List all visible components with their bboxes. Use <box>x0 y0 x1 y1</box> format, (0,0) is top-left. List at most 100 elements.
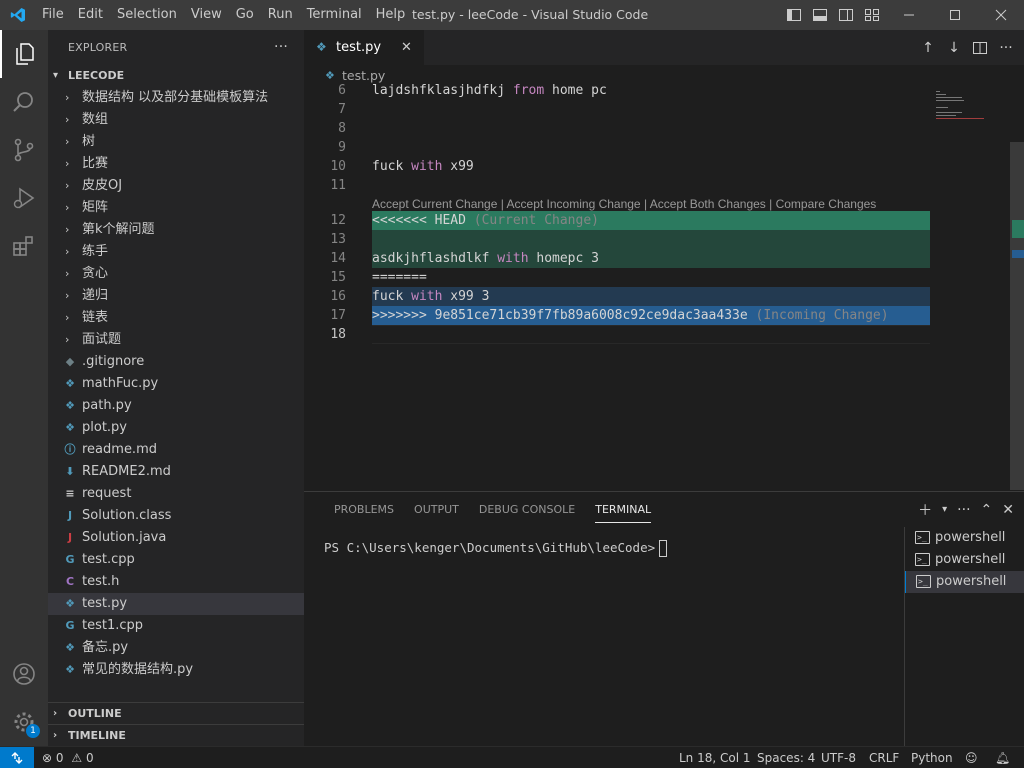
panel-tab-output[interactable]: OUTPUT <box>404 492 469 527</box>
line-text: asdkjhflashdlkf with homepc 3 <box>372 249 599 268</box>
file-item[interactable]: ⬇ README2.md <box>48 461 304 483</box>
maximize-icon[interactable] <box>932 0 978 30</box>
minimap[interactable] <box>930 87 1010 490</box>
terminal-instance[interactable]: >_ powershell <box>905 571 1024 593</box>
toggle-primary-sidebar-icon[interactable] <box>786 7 802 23</box>
file-label: mathFuc.py <box>82 376 159 391</box>
more-actions-icon[interactable]: ··· <box>998 40 1014 56</box>
split-editor-icon[interactable] <box>972 40 988 56</box>
minimize-icon[interactable] <box>886 0 932 30</box>
file-item[interactable]: Ctest.h <box>48 571 304 593</box>
code-token: fuck <box>372 289 412 304</box>
manage-gear-icon[interactable]: 1 <box>0 698 48 746</box>
file-item[interactable]: ❖ 备忘.py <box>48 637 304 659</box>
sidebar-bottom-sections: › OUTLINE › TIMELINE <box>48 702 304 746</box>
chevron-right-icon: › <box>65 179 70 192</box>
run-debug-activity-icon[interactable] <box>0 174 48 222</box>
folder-item[interactable]: › 皮皮OJ <box>48 175 304 197</box>
file-item[interactable]: J Solution.java <box>48 527 304 549</box>
chevron-down-icon[interactable]: ▾ <box>942 502 947 518</box>
folder-item[interactable]: › 递归 <box>48 285 304 307</box>
previous-change-icon[interactable]: ↑ <box>920 40 936 56</box>
file-item[interactable]: J Solution.class <box>48 505 304 527</box>
menu-run[interactable]: Run <box>261 0 300 30</box>
outline-section-header[interactable]: › OUTLINE <box>48 702 304 724</box>
panel-tab-problems[interactable]: PROBLEMS <box>324 492 404 527</box>
folder-item[interactable]: › 树 <box>48 131 304 153</box>
close-tab-icon[interactable]: ✕ <box>401 30 412 65</box>
conflict-label: (Incoming Change) <box>755 308 889 323</box>
folder-item[interactable]: › 第k个解问题 <box>48 219 304 241</box>
terminal-output[interactable]: PS C:\Users\kenger\Documents\GitHub\leeC… <box>324 540 668 557</box>
panel-tab-debug-console[interactable]: DEBUG CONSOLE <box>469 492 585 527</box>
language-mode[interactable]: Python <box>911 747 953 768</box>
more-actions-icon[interactable]: ··· <box>957 502 970 518</box>
panel-tab-terminal[interactable]: TERMINAL <box>585 492 661 527</box>
feedback-icon[interactable]: ☺ <box>965 747 978 768</box>
timeline-section-header[interactable]: › TIMELINE <box>48 724 304 746</box>
folder-item[interactable]: › 链表 <box>48 307 304 329</box>
file-item[interactable]: ≡ request <box>48 483 304 505</box>
warning-icon: ⚠ <box>71 751 83 765</box>
cursor-position[interactable]: Ln 18, Col 1 <box>679 747 751 768</box>
remote-indicator-icon[interactable] <box>0 747 34 768</box>
accounts-activity-icon[interactable] <box>0 650 48 698</box>
explorer-activity-icon[interactable] <box>0 30 48 78</box>
python-icon: ❖ <box>65 597 75 610</box>
workspace-root-header[interactable]: ▾ LEECODE <box>48 65 304 87</box>
menu-edit[interactable]: Edit <box>71 0 110 30</box>
chevron-right-icon: › <box>65 333 70 346</box>
code-token: ======= <box>372 270 427 285</box>
folder-item[interactable]: › 比赛 <box>48 153 304 175</box>
file-item[interactable]: ❖ test.py <box>48 593 304 615</box>
encoding[interactable]: UTF-8 <box>821 747 856 768</box>
menu-help[interactable]: Help <box>369 0 413 30</box>
code-line: 14 asdkjhflashdlkf with homepc 3 <box>304 249 930 268</box>
file-item[interactable]: ❖ plot.py <box>48 417 304 439</box>
close-window-icon[interactable] <box>978 0 1024 30</box>
folder-item[interactable]: › 数组 <box>48 109 304 131</box>
folder-item[interactable]: › 贪心 <box>48 263 304 285</box>
close-panel-icon[interactable]: ✕ <box>1002 502 1014 518</box>
line-number: 15 <box>330 270 346 285</box>
extensions-activity-icon[interactable] <box>0 222 48 270</box>
toggle-secondary-sidebar-icon[interactable] <box>838 7 854 23</box>
problems-indicator[interactable]: ⊗ 0 ⚠ 0 <box>42 747 94 768</box>
folder-label: 面试题 <box>82 332 122 347</box>
customize-layout-icon[interactable] <box>864 7 880 23</box>
file-item[interactable]: ❖ 常见的数据结构.py <box>48 659 304 681</box>
terminal-instance[interactable]: >_ powershell <box>905 527 1024 549</box>
menu-file[interactable]: File <box>35 0 71 30</box>
file-label: readme.md <box>82 442 157 457</box>
file-item[interactable]: ◆ .gitignore <box>48 351 304 373</box>
menu-terminal[interactable]: Terminal <box>300 0 369 30</box>
folder-item[interactable]: › 练手 <box>48 241 304 263</box>
toggle-panel-icon[interactable] <box>812 7 828 23</box>
folder-item[interactable]: › 面试题 <box>48 329 304 351</box>
end-of-line[interactable]: CRLF <box>869 747 899 768</box>
search-activity-icon[interactable] <box>0 78 48 126</box>
menu-selection[interactable]: Selection <box>110 0 184 30</box>
file-tree: › 数据结构 以及部分基础模板算法 › 数组 › 树 › 比赛 › 皮皮OJ › 矩阵 › 第k个解问题 ›… <box>48 87 304 681</box>
more-actions-icon[interactable]: ··· <box>274 30 288 65</box>
terminal-instance[interactable]: >_ powershell <box>905 549 1024 571</box>
file-item[interactable]: Gtest1.cpp <box>48 615 304 637</box>
indentation[interactable]: Spaces: 4 <box>757 747 815 768</box>
new-terminal-icon[interactable]: ＋ <box>918 502 932 519</box>
next-change-icon[interactable]: ↓ <box>946 40 962 56</box>
code-editor[interactable]: Accept Current Change | Accept Incoming … <box>304 81 930 491</box>
file-item[interactable]: ❖ path.py <box>48 395 304 417</box>
scrollbar-thumb[interactable] <box>1010 142 1024 490</box>
notifications-bell-icon[interactable]: 🔔︎ <box>995 747 1010 768</box>
file-item[interactable]: ⓘ readme.md <box>48 439 304 461</box>
folder-item[interactable]: › 数据结构 以及部分基础模板算法 <box>48 87 304 109</box>
file-item[interactable]: Gtest.cpp <box>48 549 304 571</box>
chevron-right-icon: › <box>65 267 70 280</box>
menu-go[interactable]: Go <box>229 0 261 30</box>
file-item[interactable]: ❖ mathFuc.py <box>48 373 304 395</box>
source-control-activity-icon[interactable] <box>0 126 48 174</box>
maximize-panel-icon[interactable]: ⌃ <box>981 502 993 518</box>
tab-test-py[interactable]: ❖ test.py ✕ <box>304 30 424 65</box>
menu-view[interactable]: View <box>184 0 229 30</box>
folder-item[interactable]: › 矩阵 <box>48 197 304 219</box>
